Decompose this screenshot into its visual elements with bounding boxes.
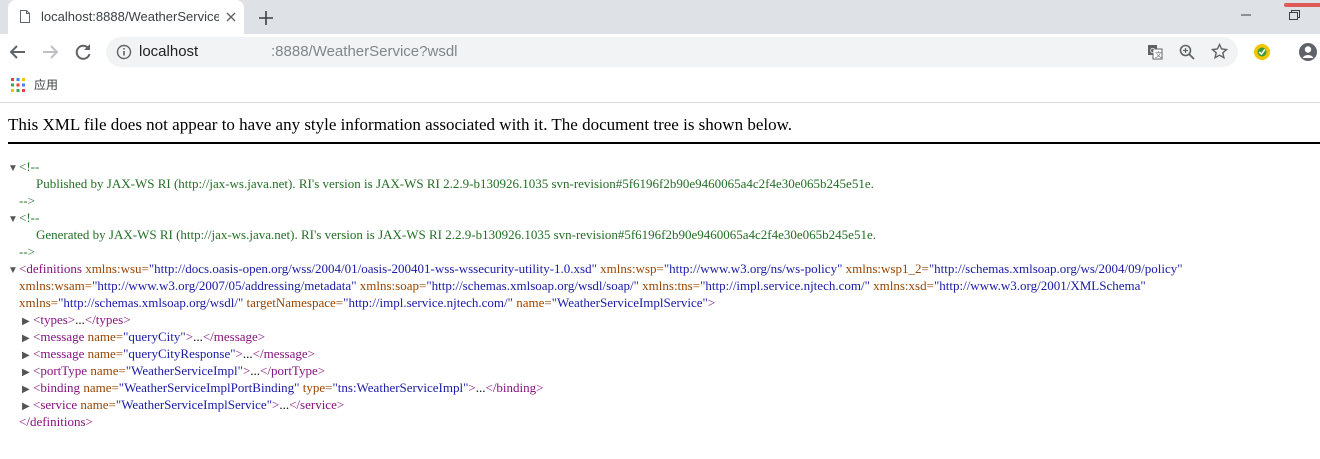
definitions-open-line-3: xmlns="http://schemas.xmlsoap.org/wsdl/"… xyxy=(19,295,716,310)
collapse-triangle-icon[interactable]: ▼ xyxy=(8,160,19,177)
back-arrow-icon[interactable] xyxy=(4,38,32,66)
url-path: :8888/WeatherService?wsdl xyxy=(271,43,458,60)
no-style-info-banner: This XML file does not appear to have an… xyxy=(8,115,793,134)
address-bar[interactable]: localhost :8888/WeatherService?wsdl G文 xyxy=(106,37,1238,67)
page-icon xyxy=(20,10,30,23)
comment-1-text: Published by JAX-WS RI (http://jax-ws.ja… xyxy=(36,176,874,191)
window-accent-decoration xyxy=(1284,3,1320,7)
info-icon[interactable] xyxy=(116,44,132,60)
translate-icon[interactable]: G文 xyxy=(1147,44,1163,60)
forward-arrow-icon[interactable] xyxy=(36,38,64,66)
definitions-close-tag: </definitions> xyxy=(19,414,93,429)
new-tab-button[interactable] xyxy=(254,6,278,30)
bookmarks-bar: 应用 xyxy=(0,70,1320,103)
restore-icon[interactable] xyxy=(1280,4,1308,26)
extension-icon[interactable] xyxy=(1253,43,1271,61)
reload-icon[interactable] xyxy=(69,38,97,66)
tab-strip: localhost:8888/WeatherService?wsdl xyxy=(0,0,1320,34)
comment-1-close: --> xyxy=(19,193,35,208)
xml-viewer: This XML file does not appear to have an… xyxy=(0,103,1320,459)
apps-grid-icon[interactable] xyxy=(10,77,26,93)
browser-tab[interactable]: localhost:8888/WeatherService?wsdl xyxy=(8,0,244,34)
url-host: localhost xyxy=(139,43,199,60)
apps-bookmark-label[interactable]: 应用 xyxy=(34,77,58,93)
minimize-icon[interactable] xyxy=(1232,4,1260,26)
bookmark-star-icon[interactable] xyxy=(1210,42,1229,60)
svg-text:文: 文 xyxy=(1155,50,1162,59)
comment-2-text: Generated by JAX-WS RI (http://jax-ws.ja… xyxy=(36,227,876,242)
comment-1-open[interactable]: ▼<!-- xyxy=(8,158,39,177)
browser-toolbar: localhost :8888/WeatherService?wsdl G文 xyxy=(0,34,1320,70)
comment-2-open[interactable]: ▼<!-- xyxy=(8,209,39,228)
collapse-triangle-icon[interactable]: ▼ xyxy=(8,211,19,228)
banner-divider xyxy=(8,142,1320,144)
definitions-open-line-2: xmlns:wsam="http://www.w3.org/2007/05/ad… xyxy=(19,278,1146,293)
zoom-icon[interactable] xyxy=(1179,44,1195,60)
close-icon[interactable] xyxy=(222,8,240,26)
tab-title: localhost:8888/WeatherService?wsdl xyxy=(41,9,219,24)
comment-2-close: --> xyxy=(19,244,35,259)
profile-avatar-icon[interactable] xyxy=(1298,42,1318,62)
collapse-triangle-icon[interactable]: ▼ xyxy=(8,262,19,279)
